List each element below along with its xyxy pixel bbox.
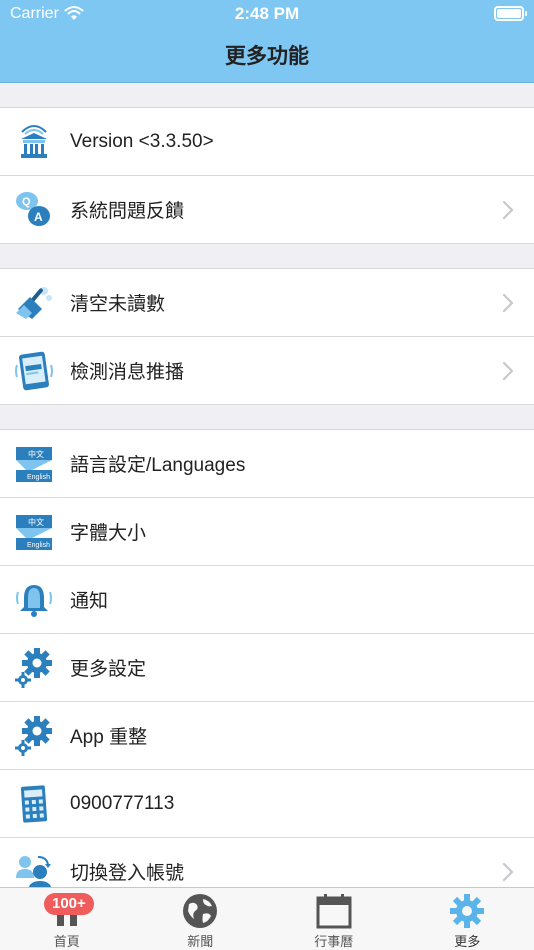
settings-row-2-3[interactable]: 更多設定 xyxy=(0,634,534,702)
tab-news[interactable]: 新聞 xyxy=(134,888,268,950)
chevron-right-icon xyxy=(502,862,514,882)
tab-label: 更多 xyxy=(454,934,481,949)
unread-badge: 100+ xyxy=(44,893,94,915)
settings-row-2-2[interactable]: 通知 xyxy=(0,566,534,634)
svg-text:中文: 中文 xyxy=(28,449,44,459)
tab-label: 首頁 xyxy=(53,934,80,949)
chevron-right-icon xyxy=(502,361,514,381)
gear-icon xyxy=(450,894,485,928)
settings-row-2-4[interactable]: App 重整 xyxy=(0,702,534,770)
chevron-right-icon xyxy=(502,200,514,220)
svg-text:Q: Q xyxy=(22,196,31,208)
svg-text:English: English xyxy=(27,474,50,481)
calculator-icon xyxy=(14,784,54,824)
settings-row-1-0[interactable]: 清空未讀數 xyxy=(0,269,534,337)
tab-label: 新聞 xyxy=(187,934,214,949)
bell-icon xyxy=(14,580,54,620)
school-building-icon xyxy=(14,122,54,162)
tab-bar: 100+ 首頁 新聞 行事曆 更多 xyxy=(0,887,534,950)
tab-home[interactable]: 100+ 首頁 xyxy=(0,888,134,950)
qa-chat-icon: QA xyxy=(14,190,54,230)
settings-row-label: 系統問題反饋 xyxy=(70,201,185,222)
settings-row-label: Version <3.3.50> xyxy=(70,130,214,152)
navigation-bar: Carrier 2:48 PM 更多功能 xyxy=(0,0,534,83)
tab-label: 行事曆 xyxy=(314,934,354,949)
globe-icon xyxy=(183,894,218,928)
gears-icon xyxy=(14,716,54,756)
svg-text:A: A xyxy=(34,210,43,224)
settings-row-0-0[interactable]: Version <3.3.50> xyxy=(0,108,534,176)
section-separator xyxy=(0,244,534,269)
settings-row-1-1[interactable]: 檢測消息推播 xyxy=(0,337,534,405)
settings-row-2-1[interactable]: 中文 English 字體大小 xyxy=(0,498,534,566)
settings-list[interactable]: Version <3.3.50> QA 系統問題反饋 清空未讀數 檢測消息推播 … xyxy=(0,83,534,887)
tab-more[interactable]: 更多 xyxy=(401,888,534,950)
language-icon: 中文 English xyxy=(14,512,54,552)
svg-text:中文: 中文 xyxy=(28,517,44,527)
switch-user-icon xyxy=(14,852,54,887)
settings-row-label: 清空未讀數 xyxy=(70,294,166,315)
page-title: 更多功能 xyxy=(225,45,309,68)
clock: 2:48 PM xyxy=(234,4,300,23)
settings-row-2-0[interactable]: 中文 English 語言設定/Languages xyxy=(0,430,534,498)
language-icon: 中文 English xyxy=(14,444,54,484)
settings-row-label: 檢測消息推播 xyxy=(70,362,185,383)
settings-row-0-1[interactable]: QA 系統問題反饋 xyxy=(0,176,534,244)
battery-icon xyxy=(494,6,527,21)
settings-row-label: 字體大小 xyxy=(70,523,147,544)
calendar-icon xyxy=(316,894,352,929)
gears-icon xyxy=(14,648,54,688)
section-separator xyxy=(0,405,534,430)
settings-row-label: 語言設定/Languages xyxy=(70,455,246,476)
settings-row-2-6[interactable]: 切換登入帳號 xyxy=(0,838,534,887)
settings-row-label: App 重整 xyxy=(70,727,148,748)
section-separator xyxy=(0,83,534,108)
chevron-right-icon xyxy=(502,293,514,313)
settings-row-label: 更多設定 xyxy=(70,659,147,680)
tablet-icon xyxy=(14,351,54,391)
svg-text:English: English xyxy=(27,542,50,549)
settings-row-label: 通知 xyxy=(70,591,109,612)
settings-row-2-5[interactable]: 0900777113 xyxy=(0,770,534,838)
settings-row-label: 切換登入帳號 xyxy=(70,863,185,884)
status-bar: Carrier 2:48 PM xyxy=(0,0,534,28)
broom-icon xyxy=(14,283,54,323)
tab-calendar[interactable]: 行事曆 xyxy=(267,888,401,950)
settings-row-label: 0900777113 xyxy=(70,792,175,814)
